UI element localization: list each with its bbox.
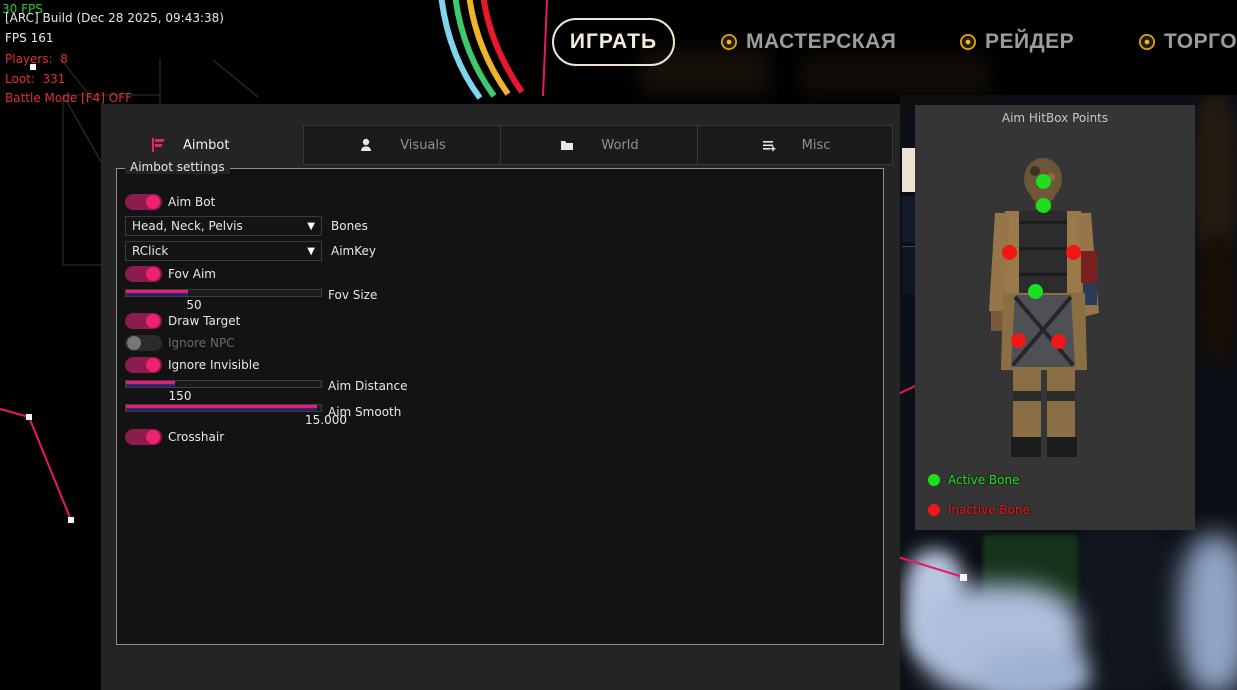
tab-misc[interactable]: Misc (697, 125, 893, 165)
dropdown-value: Head, Neck, Pelvis (132, 219, 243, 233)
tab-label: World (601, 138, 638, 153)
ignore-invisible-toggle[interactable] (125, 357, 162, 373)
inactive-bone-dot (928, 504, 940, 516)
tab-world[interactable]: World (500, 125, 698, 165)
aim-distance-value: 150 (160, 389, 200, 403)
slider-fill (126, 405, 317, 411)
hitbox-point-inactive (1002, 245, 1017, 260)
fov-size-value: 50 (174, 298, 214, 312)
aim-bot-label: Aim Bot (168, 195, 215, 209)
fov-size-label: Fov Size (328, 288, 377, 302)
aim-smooth-label: Aim Smooth (328, 405, 401, 419)
ignore-npc-label: Ignore NPC (168, 336, 235, 350)
person-icon (358, 137, 374, 153)
crosshair-label: Crosshair (168, 430, 224, 444)
fov-size-slider[interactable] (125, 289, 322, 297)
coin-icon (960, 34, 976, 50)
hitbox-point-active (1036, 198, 1051, 213)
coin-icon (721, 34, 737, 50)
folder-icon (559, 137, 575, 153)
aimkey-dropdown[interactable]: RClick ▼ (125, 241, 322, 261)
aim-bot-toggle[interactable] (125, 194, 162, 210)
toggle-knob (127, 336, 141, 350)
crosshair-toggle[interactable] (125, 429, 162, 445)
nav-item-label: ТОРГО (1164, 30, 1237, 54)
aimbot-settings-group: Aimbot settings Aim Bot Head, Neck, Pelv… (116, 168, 884, 645)
tab-label: Visuals (400, 138, 446, 153)
slider-fill (126, 381, 175, 387)
sliders-icon (760, 137, 776, 153)
chevron-down-icon: ▼ (307, 221, 315, 232)
hitbox-panel: Aim HitBox Points (915, 105, 1195, 530)
bones-label: Bones (331, 219, 368, 233)
toggle-knob (146, 430, 160, 444)
fov-aim-label: Fov Aim (168, 267, 216, 281)
ignore-npc-toggle[interactable] (125, 335, 162, 351)
aimkey-label: AimKey (331, 244, 376, 258)
player-model (975, 155, 1135, 465)
bones-dropdown[interactable]: Head, Neck, Pelvis ▼ (125, 216, 322, 236)
nav-item-trade[interactable]: ТОРГО (1139, 30, 1237, 54)
hitbox-point-inactive (1011, 333, 1026, 348)
toggle-knob (146, 267, 160, 281)
tab-label: Misc (802, 138, 831, 153)
hitbox-point-inactive (1066, 245, 1081, 260)
game-top-nav: ИГРАТЬ МАСТЕРСКАЯ РЕЙДЕР ТОРГО (0, 0, 1237, 95)
aim-distance-label: Aim Distance (328, 379, 408, 393)
ignore-invisible-label: Ignore Invisible (168, 358, 259, 372)
draw-target-toggle[interactable] (125, 313, 162, 329)
legend-inactive-bone: Inactive Bone (928, 503, 1030, 517)
aim-distance-slider[interactable] (125, 380, 322, 388)
legend-active-bone: Active Bone (928, 473, 1020, 487)
flag-icon (150, 137, 166, 153)
dropdown-value: RClick (132, 244, 168, 258)
tab-visuals[interactable]: Visuals (303, 125, 501, 165)
tab-label: Aimbot (183, 138, 229, 153)
legend-label: Inactive Bone (948, 503, 1030, 517)
nav-item-label: МАСТЕРСКАЯ (746, 30, 896, 54)
play-button[interactable]: ИГРАТЬ (552, 18, 675, 66)
toggle-knob (146, 314, 160, 328)
coin-icon (1139, 34, 1155, 50)
legend-label: Active Bone (948, 473, 1020, 487)
nav-item-workshop[interactable]: МАСТЕРСКАЯ (721, 30, 896, 54)
hitbox-point-active (1036, 174, 1051, 189)
draw-target-label: Draw Target (168, 314, 240, 328)
tab-aimbot[interactable]: Aimbot (121, 125, 303, 165)
hitbox-point-inactive (1051, 334, 1066, 349)
toggle-knob (146, 358, 160, 372)
hitbox-panel-title: Aim HitBox Points (915, 111, 1195, 125)
hitbox-point-active (1028, 284, 1043, 299)
section-title: Aimbot settings (125, 160, 230, 174)
fov-aim-toggle[interactable] (125, 266, 162, 282)
active-bone-dot (928, 474, 940, 486)
nav-item-raider[interactable]: РЕЙДЕР (960, 30, 1074, 54)
chevron-down-icon: ▼ (307, 246, 315, 257)
cheat-menu-panel: Aimbot Visuals World Misc Aimbot setting… (101, 104, 900, 690)
toggle-knob (146, 195, 160, 209)
nav-item-label: РЕЙДЕР (985, 30, 1074, 54)
aim-smooth-slider[interactable] (125, 404, 322, 412)
slider-fill (126, 290, 188, 296)
